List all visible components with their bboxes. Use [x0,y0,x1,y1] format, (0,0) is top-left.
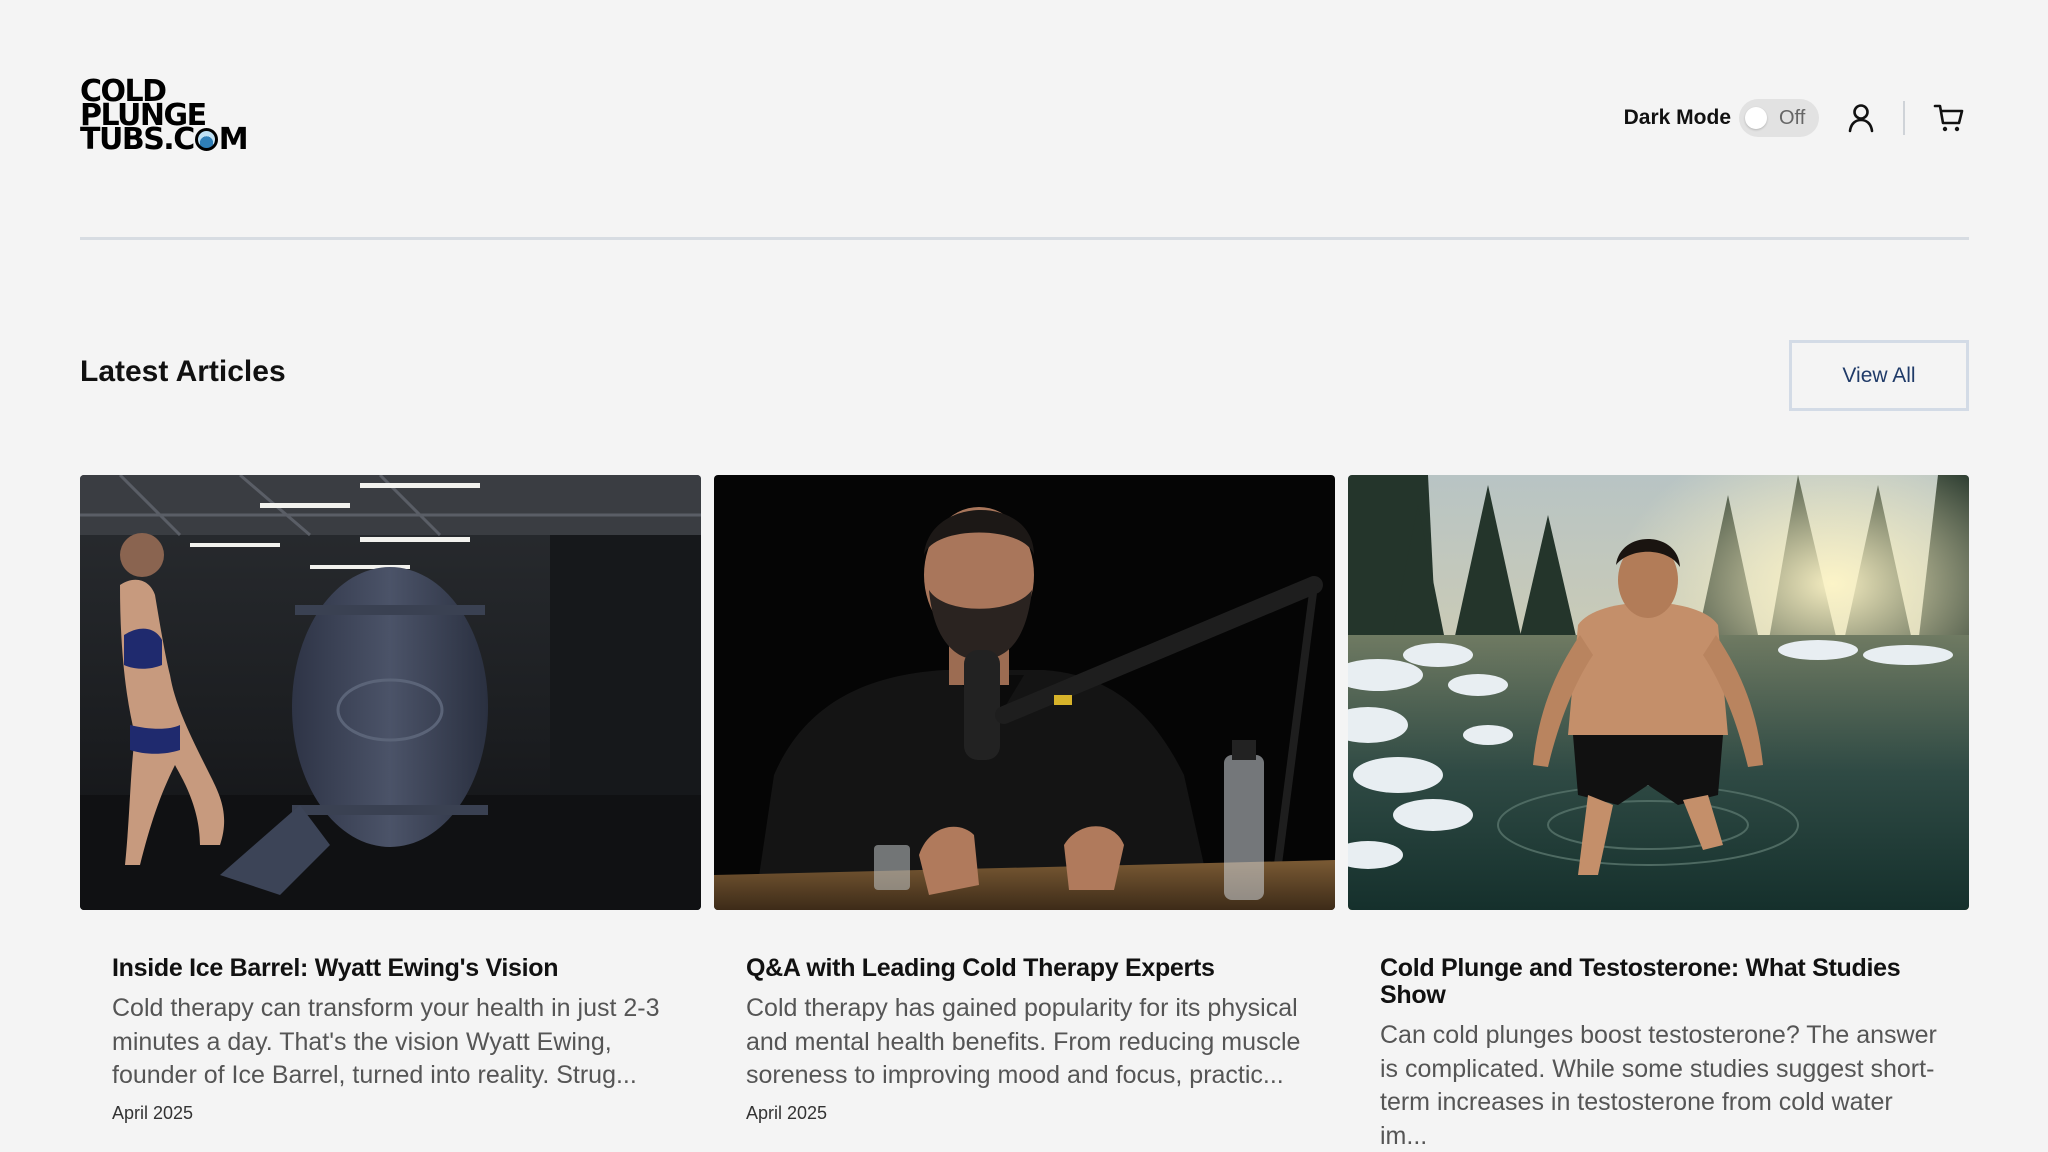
user-icon [1848,104,1874,133]
gym-barrel-photo [80,475,701,910]
logo-line-3-text: TUBS.C [80,122,195,157]
article-card[interactable]: Inside Ice Barrel: Wyatt Ewing's Vision … [80,475,701,1124]
article-title[interactable]: Cold Plunge and Testosterone: What Studi… [1380,955,1937,1009]
section-title: Latest Articles [80,355,286,388]
article-title[interactable]: Q&A with Leading Cold Therapy Experts [746,955,1303,982]
article-image-qa-experts[interactable] [714,475,1335,910]
toggle-knob [1745,107,1767,129]
river-plunge-photo [1348,475,1969,910]
view-all-button[interactable]: View All [1789,340,1969,411]
article-date: April 2025 [746,1102,828,1123]
water-globe-icon [194,128,218,151]
logo-line-3: TUBS.C M [80,125,249,155]
article-card[interactable]: Cold Plunge and Testosterone: What Studi… [1348,475,1969,1152]
site-logo[interactable]: COLD PLUNGE TUBS.C M [80,77,249,155]
cart-icon [1933,104,1964,132]
dark-mode-label: Dark Mode [1623,106,1731,129]
article-excerpt: Can cold plunges boost testosterone? The… [1380,1021,1937,1150]
podcast-photo [714,475,1335,910]
article-excerpt: Cold therapy has gained popularity for i… [746,994,1301,1089]
article-image-testosterone[interactable] [1348,475,1969,910]
article-card[interactable]: Q&A with Leading Cold Therapy Experts Co… [714,475,1335,1124]
site-header: COLD PLUNGE TUBS.C M Dark Mode Off [80,0,1969,240]
article-date: April 2025 [112,1102,194,1123]
article-title[interactable]: Inside Ice Barrel: Wyatt Ewing's Vision [112,955,669,982]
cart-button[interactable] [1929,98,1969,138]
header-divider [1903,101,1905,135]
logo-line-3-end: M [218,122,249,157]
dark-mode-toggle[interactable]: Off [1739,99,1819,137]
article-excerpt: Cold therapy can transform your health i… [112,994,660,1089]
header-actions: Dark Mode Off [1624,96,1969,140]
toggle-state-text: Off [1779,106,1806,129]
article-image-ice-barrel[interactable] [80,475,701,910]
account-button[interactable] [1841,98,1881,138]
